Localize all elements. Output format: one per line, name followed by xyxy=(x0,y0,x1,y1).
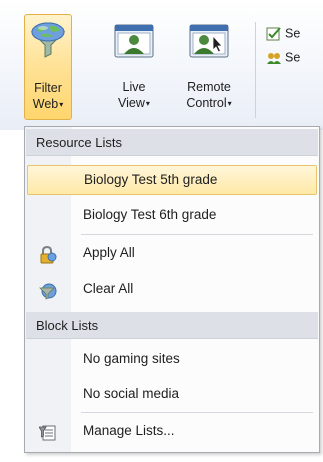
menu-item-biology-test-6th-grade[interactable]: Biology Test 6th grade xyxy=(27,200,317,230)
small-command-button-1[interactable]: Se xyxy=(266,26,300,42)
remote-control-icon xyxy=(189,24,229,62)
filter-web-icon xyxy=(29,21,67,65)
globe-filter-icon xyxy=(39,281,57,300)
remote-control-label-line2: Control xyxy=(186,96,227,110)
resource-lists-header: Resource Lists xyxy=(26,129,318,156)
remote-control-label-line2-wrap: Control▾ xyxy=(176,95,242,112)
menu-item-no-gaming-sites[interactable]: No gaming sites xyxy=(27,344,317,374)
clear-all-label: Clear All xyxy=(83,281,134,296)
menu-item-apply-all[interactable]: Apply All xyxy=(27,238,317,268)
menu-item-biology-test-5th-grade[interactable]: Biology Test 5th grade xyxy=(27,165,317,195)
live-view-label-line2: View xyxy=(118,96,145,110)
lock-icon xyxy=(39,245,57,264)
small-command-label-2: Se xyxy=(285,50,301,65)
remote-control-button[interactable]: Remote Control▾ xyxy=(176,14,242,120)
menu-item-no-social-media[interactable]: No social media xyxy=(27,379,317,409)
live-view-label-line2-wrap: View▾ xyxy=(110,95,158,112)
ribbon-separator xyxy=(255,22,256,118)
live-view-button[interactable]: Live View▾ xyxy=(110,14,158,120)
manage-lists-icon xyxy=(38,423,57,441)
chevron-down-icon: ▾ xyxy=(145,99,150,108)
filter-web-label-line2: Web xyxy=(32,97,59,111)
users-check-icon xyxy=(266,50,282,66)
remote-control-label-line1: Remote xyxy=(187,80,231,94)
small-command-label-1: Se xyxy=(285,26,301,41)
chevron-down-icon: ▾ xyxy=(227,99,232,108)
filter-web-label-line2-wrap: Web▾ xyxy=(25,96,71,113)
manage-lists-label: Manage Lists... xyxy=(83,423,175,438)
menu-item-manage-lists[interactable]: Manage Lists... xyxy=(27,416,317,446)
ribbon: Filter Web▾ Live View▾ Remote Control▾ S… xyxy=(0,0,323,130)
live-view-label-line1: Live xyxy=(122,80,146,94)
menu-separator xyxy=(81,234,313,235)
checklist-icon xyxy=(266,26,282,42)
small-command-button-2[interactable]: Se xyxy=(266,50,300,66)
chevron-down-icon: ▾ xyxy=(59,100,64,109)
block-lists-header: Block Lists xyxy=(26,312,318,339)
filter-web-button[interactable]: Filter Web▾ xyxy=(24,14,72,120)
apply-all-label: Apply All xyxy=(83,245,135,260)
menu-separator xyxy=(81,412,313,413)
filter-web-dropdown-menu: Resource Lists Biology Test 5th grade Bi… xyxy=(24,126,320,453)
menu-item-clear-all[interactable]: Clear All xyxy=(27,274,317,304)
filter-web-label-line1: Filter xyxy=(34,81,62,95)
live-view-icon xyxy=(114,24,154,62)
